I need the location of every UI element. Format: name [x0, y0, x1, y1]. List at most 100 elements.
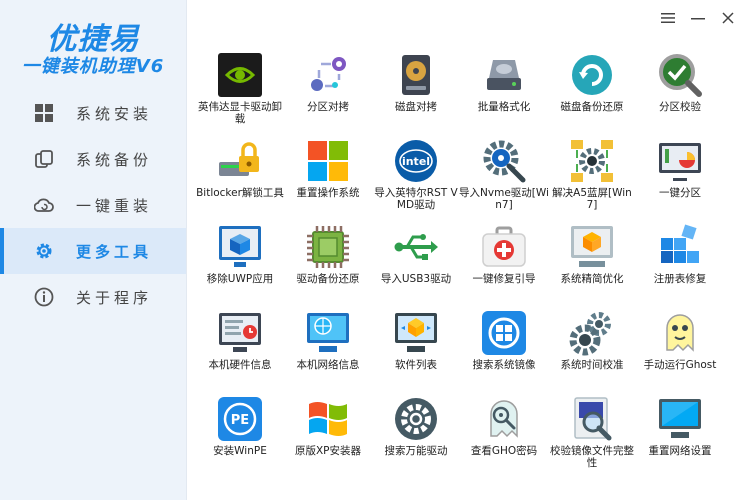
- tool-nvme-driver-win7[interactable]: 导入Nvme驱动[Win7]: [459, 134, 549, 220]
- minimize-button[interactable]: [690, 10, 706, 26]
- image-verify-icon: [574, 397, 612, 441]
- sidebar-item-more-tools[interactable]: 更多工具: [0, 228, 186, 274]
- tool-label: 查看GHO密码: [470, 445, 538, 457]
- windows-icon: [34, 103, 54, 123]
- tool-label: 安装WinPE: [213, 445, 267, 457]
- tool-label: 本机硬件信息: [208, 359, 272, 371]
- tool-label: 软件列表: [395, 359, 437, 371]
- tool-label: 分区对拷: [307, 101, 349, 113]
- tool-search-universal-driver[interactable]: 搜索万能驱动: [374, 392, 458, 478]
- tool-label: 重置操作系统: [296, 187, 360, 199]
- tool-label: 导入英特尔RST VMD驱动: [374, 187, 458, 211]
- sidebar-item-one-key-reinstall[interactable]: 一键重装: [0, 182, 186, 228]
- tool-one-key-fix-boot[interactable]: 一键修复引导: [462, 220, 546, 306]
- close-button[interactable]: [720, 10, 736, 26]
- tool-label: 导入Nvme驱动[Win7]: [459, 187, 549, 211]
- menu-icon: [661, 13, 675, 23]
- reset-network-icon: [659, 399, 701, 438]
- tool-partition-check[interactable]: 分区校验: [638, 48, 722, 134]
- tool-label: 重置网络设置: [648, 445, 712, 457]
- tool-system-slim-optimize[interactable]: 系统精简优化: [550, 220, 634, 306]
- tool-label: 英伟达显卡驱动卸载: [198, 101, 282, 125]
- tool-label: 一键修复引导: [472, 273, 536, 285]
- one-key-partition-icon: [659, 143, 701, 181]
- tool-intel-rst-vmd[interactable]: intel 导入英特尔RST VMD驱动: [374, 134, 458, 220]
- tool-label: 系统精简优化: [560, 273, 624, 285]
- tool-label: 注册表修复: [653, 273, 707, 285]
- tool-disk-backup-restore[interactable]: 磁盘备份还原: [550, 48, 634, 134]
- tool-fix-a5-bluescreen[interactable]: 解决A5蓝屏[Win7]: [550, 134, 634, 220]
- tool-bitlocker-unlock[interactable]: Bitlocker解锁工具: [196, 134, 284, 220]
- sidebar-item-label: 一键重装: [76, 196, 153, 215]
- tool-view-gho-password[interactable]: 查看GHO密码: [462, 392, 546, 478]
- partition-check-icon: [659, 54, 702, 97]
- window-controls: [660, 10, 736, 26]
- minimize-icon: [691, 18, 705, 20]
- tool-nvidia-driver-uninstall[interactable]: 英伟达显卡驱动卸载: [198, 48, 282, 134]
- tool-network-info[interactable]: 本机网络信息: [286, 306, 370, 392]
- tool-hardware-info[interactable]: 本机硬件信息: [198, 306, 282, 392]
- sidebar-item-about[interactable]: 关于程序: [0, 274, 186, 320]
- sidebar-item-system-install[interactable]: 系统安装: [0, 90, 186, 136]
- first-aid-icon: [482, 226, 526, 267]
- tool-one-key-partition[interactable]: 一键分区: [638, 134, 722, 220]
- sidebar-nav: 系统安装 系统备份 一键重装 更多工具 关于程序: [0, 90, 186, 320]
- bluescreen-fix-icon: [571, 140, 613, 182]
- tool-manual-ghost[interactable]: 手动运行Ghost: [638, 306, 722, 392]
- tool-batch-format[interactable]: 批量格式化: [462, 48, 546, 134]
- tool-install-winpe[interactable]: PE 安装WinPE: [198, 392, 282, 478]
- tool-system-time-calibrate[interactable]: 系统时间校准: [550, 306, 634, 392]
- tool-label: 磁盘对拷: [395, 101, 437, 113]
- tool-label: 本机网络信息: [296, 359, 360, 371]
- tool-search-system-image[interactable]: 搜索系统镜像: [462, 306, 546, 392]
- nvme-gear-icon: [483, 140, 526, 183]
- tool-label: 系统时间校准: [560, 359, 624, 371]
- hardware-info-icon: [219, 313, 261, 352]
- winpe-icon: PE: [218, 397, 262, 441]
- tool-label: 解决A5蓝屏[Win7]: [552, 187, 632, 211]
- intel-icon: intel: [395, 140, 437, 182]
- tool-label: 分区校验: [659, 101, 701, 113]
- sidebar: 优捷易 一键装机助理V6 系统安装 系统备份 一键重装 更多工具 关于程序: [0, 0, 187, 500]
- tool-label: 导入USB3驱动: [380, 273, 452, 285]
- svg-text:PE: PE: [231, 413, 249, 428]
- xp-logo-icon: [309, 402, 347, 436]
- time-calibrate-icon: [569, 312, 611, 356]
- batch-format-icon: [487, 60, 521, 90]
- tool-label: 驱动备份还原: [296, 273, 360, 285]
- gho-password-icon: [490, 400, 518, 438]
- tool-label: 移除UWP应用: [206, 273, 274, 285]
- software-list-icon: [395, 313, 437, 352]
- tool-verify-image-integrity[interactable]: 校验镜像文件完整性: [550, 392, 634, 478]
- tool-original-xp-installer[interactable]: 原版XP安装器: [286, 392, 370, 478]
- usb-icon: [394, 234, 438, 260]
- sidebar-item-system-backup[interactable]: 系统备份: [0, 136, 186, 182]
- nvidia-icon: [218, 53, 262, 97]
- disk-copy-icon: [402, 55, 430, 95]
- tool-label: 一键分区: [659, 187, 701, 199]
- tool-remove-uwp[interactable]: 移除UWP应用: [198, 220, 282, 306]
- network-info-icon: [307, 313, 349, 352]
- tool-label: 磁盘备份还原: [560, 101, 624, 113]
- info-icon: [34, 287, 54, 307]
- tool-disk-copy[interactable]: 磁盘对拷: [374, 48, 458, 134]
- tool-driver-backup-restore[interactable]: 驱动备份还原: [286, 220, 370, 306]
- gear-icon: [34, 241, 54, 261]
- tool-reset-os[interactable]: 重置操作系统: [286, 134, 370, 220]
- tool-registry-repair[interactable]: 注册表修复: [638, 220, 722, 306]
- sidebar-item-label: 关于程序: [76, 288, 153, 307]
- remove-uwp-icon: [219, 226, 261, 267]
- partition-copy-icon: [311, 57, 346, 91]
- menu-button[interactable]: [660, 10, 676, 26]
- close-icon: [722, 12, 734, 24]
- disk-restore-icon: [572, 55, 612, 95]
- tool-label: 校验镜像文件完整性: [550, 445, 634, 469]
- sidebar-item-label: 系统安装: [76, 104, 153, 123]
- tool-software-list[interactable]: 软件列表: [374, 306, 458, 392]
- driver-gear-icon: [395, 398, 437, 440]
- system-optimize-icon: [571, 226, 613, 267]
- bitlocker-lock-icon: [219, 142, 259, 176]
- tool-reset-network-settings[interactable]: 重置网络设置: [638, 392, 722, 478]
- tool-usb3-driver[interactable]: 导入USB3驱动: [374, 220, 458, 306]
- tool-partition-copy[interactable]: 分区对拷: [286, 48, 370, 134]
